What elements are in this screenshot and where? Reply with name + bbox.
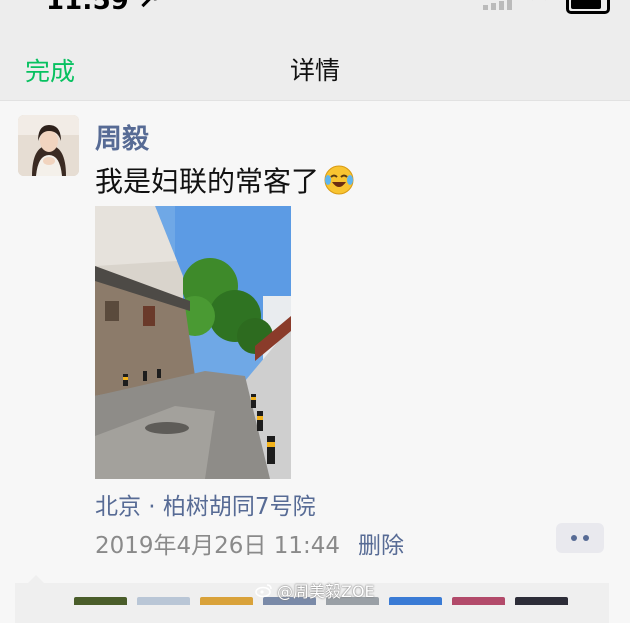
status-bar: 11:59 ↗ (0, 0, 630, 24)
liker-avatar[interactable] (389, 597, 442, 605)
post-text-content: 我是妇联的常客了 (95, 165, 320, 198)
status-icons (483, 0, 610, 14)
more-dots-icon[interactable] (556, 523, 604, 553)
watermark-text: @周美毅ZOE (277, 582, 375, 601)
page-title: 详情 (289, 56, 340, 85)
location-link[interactable]: 北京 · 柏树胡同7号院 (95, 487, 316, 521)
liker-avatar[interactable] (515, 597, 568, 605)
liker-avatar[interactable] (452, 597, 505, 605)
watermark: @周美毅ZOE (255, 578, 375, 602)
post-photo[interactable] (95, 206, 291, 479)
author-name[interactable]: 周毅 (95, 117, 149, 156)
delete-button[interactable]: 删除 (358, 526, 404, 560)
post-timestamp: 2019年4月26日 11:44 (95, 533, 341, 559)
likes-pointer (28, 575, 44, 583)
liker-avatar[interactable] (200, 597, 253, 605)
post-meta: 2019年4月26日 11:44 删除 (95, 526, 404, 560)
status-time: 11:59 ↗ (46, 0, 160, 16)
laughing-tears-emoji-icon (323, 164, 355, 196)
wifi-icon (526, 0, 552, 14)
nav-bar: 完成 详情 (0, 24, 630, 101)
moment-detail: 周毅 我是妇联的常客了 北京 · 柏树胡同7号院 2019年4月26日 11:4… (0, 101, 630, 623)
liker-avatar[interactable] (74, 597, 127, 605)
liker-avatar[interactable] (137, 597, 190, 605)
weibo-icon (255, 584, 272, 597)
post-text: 我是妇联的常客了 (95, 160, 355, 200)
avatar[interactable] (18, 115, 79, 176)
signal-icon (483, 0, 512, 10)
battery-icon (566, 0, 610, 14)
